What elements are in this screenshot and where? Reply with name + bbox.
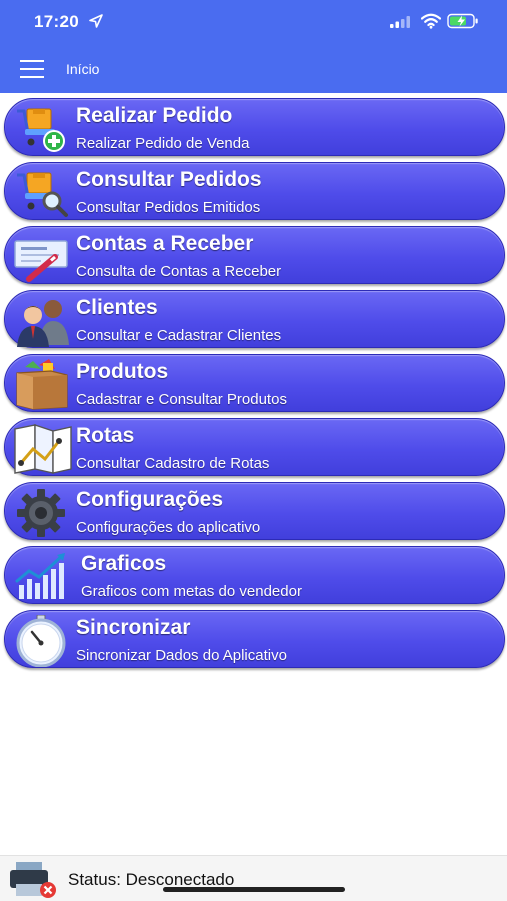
menu-item-title: Realizar Pedido	[76, 104, 233, 127]
status-footer: Status: Desconectado	[0, 855, 507, 901]
location-arrow-icon	[89, 14, 103, 28]
menu-item-subtitle: Consultar Cadastro de Rotas	[76, 455, 270, 472]
menu-item-subtitle: Consulta de Contas a Receber	[76, 263, 282, 280]
cart-search-icon	[17, 172, 68, 217]
menu-item-subtitle: Realizar Pedido de Venda	[76, 135, 250, 152]
hamburger-menu-icon[interactable]	[20, 58, 44, 80]
clients-icon	[17, 300, 69, 347]
menu-item-produtos[interactable]: Produtos Cadastrar e Consultar Produtos	[4, 354, 505, 412]
menu-item-title: Produtos	[76, 360, 169, 383]
battery-charging-icon	[447, 13, 478, 29]
menu-item-subtitle: Cadastrar e Consultar Produtos	[76, 391, 287, 408]
menu-item-subtitle: Configurações do aplicativo	[76, 519, 261, 536]
menu-item-title: Graficos	[81, 552, 167, 575]
menu-item-sincronizar[interactable]: Sincronizar Sincronizar Dados do Aplicat…	[4, 610, 505, 668]
menu-item-configuracoes[interactable]: Configurações Configurações do aplicativ…	[4, 482, 505, 540]
menu-item-title: Clientes	[76, 296, 158, 319]
menu-item-clientes[interactable]: Clientes Consultar e Cadastrar Clientes	[4, 290, 505, 348]
menu-item-rotas[interactable]: Rotas Consultar Cadastro de Rotas	[4, 418, 505, 476]
wifi-icon	[421, 13, 441, 29]
menu-item-realizar-pedido[interactable]: Realizar Pedido Realizar Pedido de Venda	[4, 98, 505, 156]
check-pen-icon	[14, 240, 68, 282]
menu-item-subtitle: Consultar Pedidos Emitidos	[76, 199, 261, 216]
products-box-icon	[16, 359, 68, 410]
printer-disconnected-icon	[10, 862, 56, 898]
menu-item-title: Sincronizar	[76, 616, 191, 639]
menu-item-title: Configurações	[76, 488, 224, 511]
menu-item-title: Consultar Pedidos	[76, 168, 262, 191]
menu-item-title: Contas a Receber	[76, 232, 254, 255]
page-title: Início	[66, 61, 100, 77]
status-time: 17:20	[34, 12, 79, 31]
bar-chart-icon	[15, 553, 65, 599]
menu-item-subtitle: Sincronizar Dados do Aplicativo	[76, 647, 287, 664]
home-indicator[interactable]	[163, 887, 345, 892]
app-header: 17:20 Início	[0, 0, 507, 93]
menu-item-graficos[interactable]: Graficos Graficos com metas do vendedor	[4, 546, 505, 604]
cart-add-icon	[17, 108, 65, 152]
cellular-signal-icon	[390, 16, 410, 28]
menu-item-subtitle: Consultar e Cadastrar Clientes	[76, 327, 282, 344]
navigation-bar: Início	[0, 50, 507, 90]
menu-item-consultar-pedidos[interactable]: Consultar Pedidos Consultar Pedidos Emit…	[4, 162, 505, 220]
menu-item-title: Rotas	[76, 424, 135, 447]
menu-item-subtitle: Graficos com metas do vendedor	[81, 583, 302, 600]
menu-item-contas-a-receber[interactable]: Contas a Receber Consulta de Contas a Re…	[4, 226, 505, 284]
status-bar: 17:20	[0, 0, 507, 44]
route-map-icon	[14, 424, 72, 474]
stopwatch-icon	[16, 615, 66, 667]
gear-icon	[17, 489, 65, 537]
